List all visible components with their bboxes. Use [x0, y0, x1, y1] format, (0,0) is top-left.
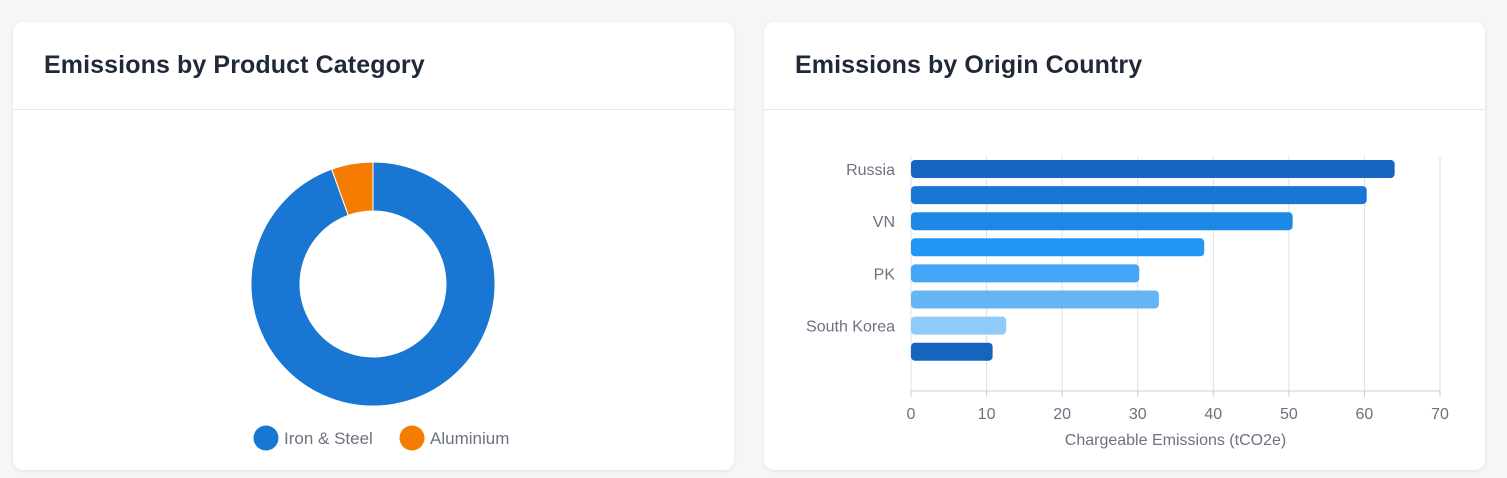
legend-item[interactable]: Aluminium: [399, 425, 510, 451]
y-tick-label: South Korea: [806, 319, 895, 336]
y-tick-label: VN: [873, 214, 895, 231]
x-tick-label: 60: [1356, 406, 1374, 423]
x-axis-label: Chargeable Emissions (tCO2e): [1065, 432, 1286, 449]
x-tick-label: 30: [1129, 406, 1147, 423]
x-tick-label: 70: [1431, 406, 1449, 423]
card-title: Emissions by Origin Country: [795, 51, 1143, 79]
card-title: Emissions by Product Category: [44, 51, 425, 79]
legend-label: Iron & Steel: [284, 429, 373, 448]
y-tick-label: PK: [874, 266, 896, 283]
legend-swatch: [253, 425, 279, 451]
legend-item[interactable]: Iron & Steel: [253, 425, 373, 451]
bar-chart: 0 10 20 30 40 50 60 70 Russia VN PK South Korea Char…: [806, 156, 1449, 449]
card-header: Emissions by Product Category: [13, 22, 734, 110]
x-tick-label: 50: [1280, 406, 1298, 423]
bar[interactable]: [911, 316, 1007, 335]
origin-country-card: Emissions by Origin Country 0 10 20 30 40 50 6…: [764, 22, 1485, 470]
bar[interactable]: [911, 264, 1140, 283]
bar[interactable]: [911, 290, 1159, 309]
donut-chart: Iron & Steel Aluminium: [250, 161, 510, 451]
bar[interactable]: [911, 342, 993, 361]
x-tick-label: 10: [978, 406, 996, 423]
bar[interactable]: [911, 160, 1395, 178]
x-tick-label: 0: [907, 406, 916, 423]
card-header: Emissions by Origin Country: [764, 22, 1485, 110]
product-category-card: Emissions by Product Category Iron & Ste…: [13, 22, 734, 470]
x-tick-label: 40: [1204, 406, 1222, 423]
y-tick-label: Russia: [846, 162, 895, 179]
bar[interactable]: [911, 238, 1205, 257]
bar[interactable]: [911, 212, 1293, 231]
bar[interactable]: [911, 186, 1367, 205]
legend-swatch: [399, 425, 425, 451]
legend-label: Aluminium: [430, 429, 509, 448]
x-tick-label: 20: [1053, 406, 1071, 423]
